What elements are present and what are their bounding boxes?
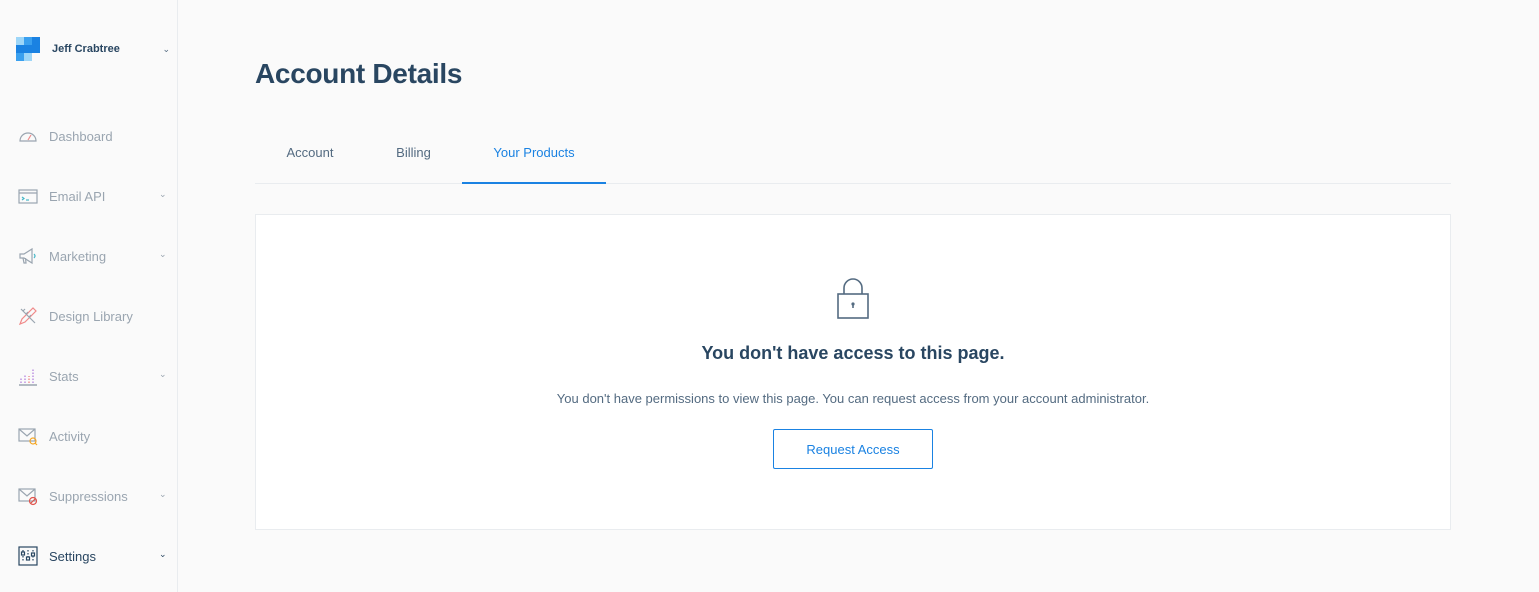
page-title: Account Details (255, 58, 463, 89)
sidebar-item-label: Suppressions (49, 488, 128, 504)
sidebar-item-settings[interactable]: Settings ⌄ (0, 536, 178, 576)
access-denied-message: You don't have permissions to view this … (556, 391, 1150, 406)
account-name: Jeff Crabtree (52, 43, 120, 55)
activity-icon (18, 428, 38, 446)
account-switcher[interactable]: Jeff Crabtree ⌄ (16, 36, 170, 62)
chevron-down-icon: ⌄ (159, 489, 167, 499)
dashboard-icon (19, 132, 37, 142)
megaphone-icon (19, 247, 36, 265)
tab-billing[interactable]: Billing (365, 136, 462, 184)
sidebar-item-label: Marketing (49, 248, 107, 264)
sidebar-item-label: Activity (49, 428, 91, 444)
request-access-button[interactable]: Request Access (773, 429, 933, 469)
sidebar-item-dashboard[interactable]: Dashboard (0, 116, 178, 156)
sidebar-item-label: Design Library (49, 308, 133, 324)
chevron-down-icon: ⌄ (159, 369, 167, 379)
stats-icon (19, 369, 37, 386)
sidebar-item-label: Dashboard (49, 128, 113, 144)
chevron-down-icon[interactable]: ⌄ (162, 44, 170, 55)
tab-your-products[interactable]: Your Products (462, 136, 606, 184)
lock-icon (837, 278, 869, 319)
sidebar-item-label: Email API (49, 188, 106, 204)
access-denied-heading: You don't have access to this page. (701, 343, 1005, 363)
sidebar-item-suppressions[interactable]: Suppressions ⌄ (0, 476, 178, 516)
sidebar: Jeff Crabtree ⌄ Dashboard Email API ⌄ Ma… (0, 0, 178, 592)
chevron-down-icon: ⌄ (159, 249, 167, 259)
settings-icon (18, 546, 38, 566)
sidebar-item-marketing[interactable]: Marketing ⌄ (0, 236, 178, 276)
design-library-icon (18, 307, 37, 326)
sidebar-item-label: Stats (49, 368, 79, 384)
sidebar-item-email-api[interactable]: Email API ⌄ (0, 176, 178, 216)
sidebar-item-activity[interactable]: Activity (0, 416, 178, 456)
email-api-icon (18, 189, 38, 204)
sidebar-item-label: Settings (49, 548, 96, 564)
suppressions-icon (18, 488, 38, 506)
chevron-down-icon: ⌄ (159, 189, 167, 199)
sidebar-item-stats[interactable]: Stats ⌄ (0, 356, 178, 396)
sidebar-item-design-library[interactable]: Design Library (0, 296, 178, 336)
chevron-down-icon: ⌄ (159, 549, 167, 559)
access-denied-panel: You don't have access to this page. You … (255, 214, 1451, 530)
tab-account[interactable]: Account (255, 136, 365, 184)
sendgrid-logo-icon (16, 37, 40, 61)
account-tabs: Account Billing Your Products (255, 136, 1451, 184)
